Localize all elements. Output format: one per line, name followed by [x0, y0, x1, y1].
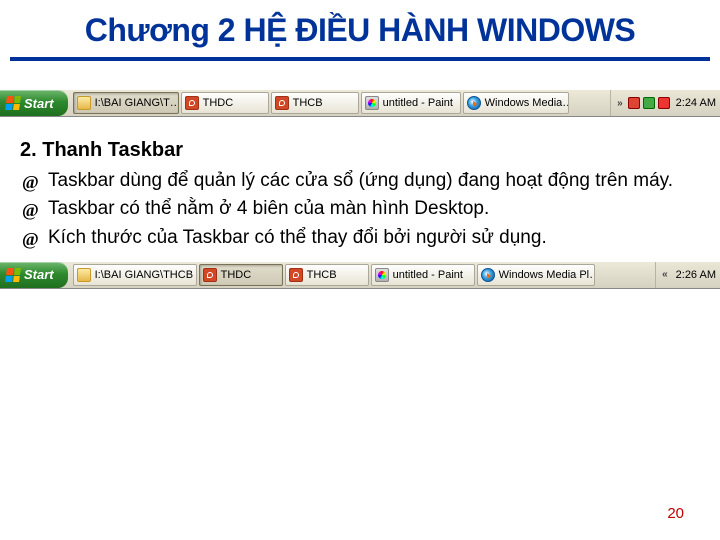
bullet-icon: @ — [20, 168, 48, 194]
taskbar-item-paint[interactable]: untitled - Paint — [371, 264, 475, 286]
bullet-text: Taskbar dùng để quản lý các cửa sổ (ứng … — [48, 168, 690, 194]
bullet-text: Taskbar có thể nằm ở 4 biên của màn hình… — [48, 196, 690, 222]
paint-icon — [365, 96, 379, 110]
start-button[interactable]: Start — [0, 262, 68, 288]
taskbar-item-label: THCB — [307, 269, 337, 281]
bullet-icon: @ — [20, 196, 48, 222]
taskbar-item-label: THDC — [221, 269, 252, 281]
taskbar-item-explorer[interactable]: I:\BAI GIANG\THCB — [73, 264, 197, 286]
system-tray: » 2:24 AM — [610, 90, 720, 116]
bullet-item: @ Kích thước của Taskbar có thể thay đổi… — [20, 225, 690, 251]
start-label: Start — [24, 96, 54, 111]
tray-icon[interactable] — [658, 97, 670, 109]
media-player-icon — [467, 96, 481, 110]
start-button[interactable]: Start — [0, 90, 68, 116]
taskbar-item-label: THCB — [293, 97, 323, 109]
bullet-item: @ Taskbar có thể nằm ở 4 biên của màn hì… — [20, 196, 690, 222]
windows-logo-icon — [5, 268, 21, 282]
powerpoint-icon — [203, 268, 217, 282]
tray-icon[interactable] — [643, 97, 655, 109]
taskbar-item-paint[interactable]: untitled - Paint — [361, 92, 461, 114]
start-label: Start — [24, 267, 54, 282]
windows-logo-icon — [5, 96, 21, 110]
taskbar-clock: 2:24 AM — [673, 97, 716, 109]
taskbar-item-wmp[interactable]: Windows Media… — [463, 92, 569, 114]
taskbar-item-explorer[interactable]: I:\BAI GIANG\T… — [73, 92, 179, 114]
taskbar-clock: 2:26 AM — [673, 269, 716, 281]
bullet-item: @ Taskbar dùng để quản lý các cửa sổ (ứn… — [20, 168, 690, 194]
powerpoint-icon — [275, 96, 289, 110]
taskbar-item-label: I:\BAI GIANG\T… — [95, 97, 179, 109]
system-tray: « 2:26 AM — [655, 262, 720, 288]
paint-icon — [375, 268, 389, 282]
taskbar-item-wmp[interactable]: Windows Media Pl… — [477, 264, 595, 286]
taskbar-item-label: Windows Media Pl… — [499, 269, 595, 281]
tray-expand-icon[interactable]: » — [615, 98, 625, 109]
tray-icon[interactable] — [628, 97, 640, 109]
taskbar-item-thcb[interactable]: THCB — [271, 92, 359, 114]
bullet-text: Kích thước của Taskbar có thể thay đổi b… — [48, 225, 690, 251]
tray-expand-icon[interactable]: « — [660, 269, 670, 280]
media-player-icon — [481, 268, 495, 282]
page-number: 20 — [667, 505, 684, 522]
title-underline — [10, 57, 710, 61]
powerpoint-icon — [185, 96, 199, 110]
taskbar-item-thdc[interactable]: THDC — [199, 264, 283, 286]
taskbar-example-2: Start I:\BAI GIANG\THCB THDC THCB untitl… — [0, 261, 720, 289]
taskbar-item-label: THDC — [203, 97, 234, 109]
slide-title: Chương 2 HỆ ĐIỀU HÀNH WINDOWS — [0, 0, 720, 57]
taskbar-example-1: Start I:\BAI GIANG\T… THDC THCB untitled… — [0, 89, 720, 117]
taskbar-item-thdc[interactable]: THDC — [181, 92, 269, 114]
slide-body: 2. Thanh Taskbar @ Taskbar dùng để quản … — [0, 117, 720, 251]
taskbar-item-label: Windows Media… — [485, 97, 569, 109]
folder-icon — [77, 96, 91, 110]
taskbar-item-label: untitled - Paint — [393, 269, 463, 281]
taskbar-item-thcb[interactable]: THCB — [285, 264, 369, 286]
section-heading: 2. Thanh Taskbar — [20, 139, 690, 162]
taskbar-item-label: I:\BAI GIANG\THCB — [95, 269, 193, 281]
taskbar-item-label: untitled - Paint — [383, 97, 453, 109]
folder-icon — [77, 268, 91, 282]
bullet-icon: @ — [20, 225, 48, 251]
powerpoint-icon — [289, 268, 303, 282]
